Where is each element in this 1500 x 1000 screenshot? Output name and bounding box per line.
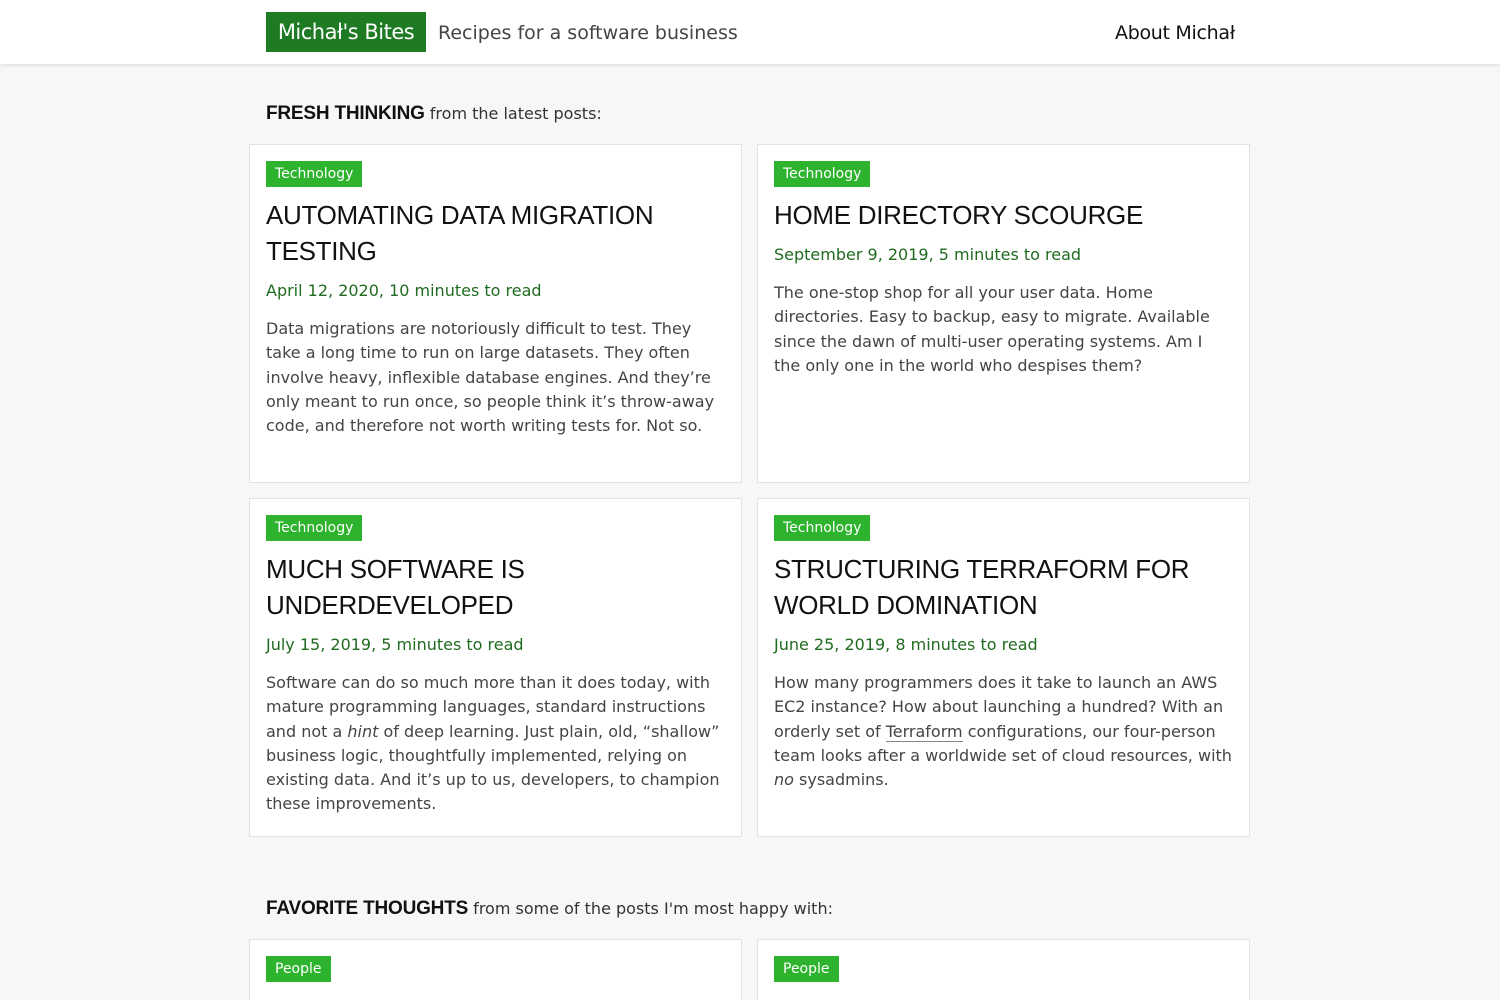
post-excerpt: How many programmers does it take to lau… xyxy=(774,671,1233,792)
post-card: Technology Structuring Terraform for Wor… xyxy=(757,498,1250,837)
post-title-link[interactable]: Home Directory Scourge xyxy=(774,197,1233,233)
post-excerpt: Data migrations are notoriously difficul… xyxy=(266,319,715,436)
site-tagline: Recipes for a software business xyxy=(438,22,738,44)
category-tag[interactable]: Technology xyxy=(774,515,871,541)
post-meta: September 9, 2019, 5 minutes to read xyxy=(774,245,1082,264)
excerpt-text: sysadmins. xyxy=(793,770,889,790)
category-tag[interactable]: People xyxy=(774,956,839,982)
fresh-thinking-heading-rest: from the latest posts: xyxy=(424,104,602,123)
about-link[interactable]: About Michał xyxy=(1115,20,1235,46)
post-meta: July 15, 2019, 5 minutes to read xyxy=(266,635,524,654)
site-logo-link[interactable]: Michał's Bites xyxy=(266,12,426,52)
post-excerpt: The one-stop shop for all your user data… xyxy=(774,283,1210,375)
post-card: Technology Home Directory Scourge Septem… xyxy=(757,144,1250,483)
post-excerpt: Software can do so much more than it doe… xyxy=(266,671,725,817)
post-card: People xyxy=(757,939,1250,1000)
category-tag[interactable]: Technology xyxy=(266,515,363,541)
post-title-link[interactable]: Much Software is Underdeveloped xyxy=(266,551,725,623)
post-title-link[interactable]: Automating Data Migration Testing xyxy=(266,197,725,269)
favorite-thoughts-heading: FAVORITE THOUGHTS from some of the posts… xyxy=(266,897,833,921)
site-header: Michał's Bites Recipes for a software bu… xyxy=(0,0,1500,64)
fresh-thinking-heading-strong: FRESH THINKING xyxy=(266,103,425,124)
favorite-thoughts-heading-strong: FAVORITE THOUGHTS xyxy=(266,898,469,919)
category-tag[interactable]: Technology xyxy=(774,161,871,187)
excerpt-emphasis: hint xyxy=(347,721,379,741)
post-meta: June 25, 2019, 8 minutes to read xyxy=(774,635,1038,654)
excerpt-emphasis: no xyxy=(774,770,794,790)
terraform-link[interactable]: Terraform xyxy=(885,721,963,742)
favorite-thoughts-heading-rest: from some of the posts I'm most happy wi… xyxy=(468,899,833,918)
category-tag[interactable]: People xyxy=(266,956,331,982)
post-card: People xyxy=(249,939,742,1000)
category-tag[interactable]: Technology xyxy=(266,161,363,187)
post-title-link[interactable]: Structuring Terraform for World Dominati… xyxy=(774,551,1233,623)
fresh-thinking-heading: FRESH THINKING from the latest posts: xyxy=(266,102,602,126)
post-card: Technology Much Software is Underdevelop… xyxy=(249,498,742,837)
post-meta: April 12, 2020, 10 minutes to read xyxy=(266,281,542,300)
post-card: Technology Automating Data Migration Tes… xyxy=(249,144,742,483)
